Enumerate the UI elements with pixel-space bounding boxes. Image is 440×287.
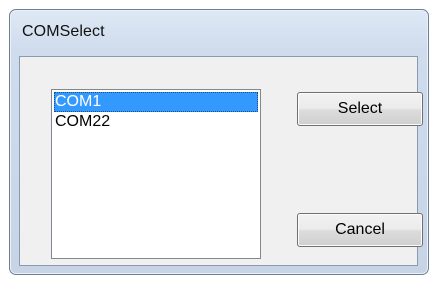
dialog-window: COMSelect COM1 COM22 Select Cancel (9, 9, 429, 275)
select-button[interactable]: Select (297, 92, 423, 126)
title-bar[interactable]: COMSelect (10, 10, 428, 54)
dialog-client-area: COM1 COM22 Select Cancel (19, 56, 423, 266)
cancel-button[interactable]: Cancel (297, 213, 423, 247)
list-item-com1[interactable]: COM1 (54, 92, 258, 112)
com-port-listbox[interactable]: COM1 COM22 (51, 89, 261, 259)
window-title: COMSelect (22, 23, 105, 40)
list-item-com22[interactable]: COM22 (54, 112, 258, 132)
